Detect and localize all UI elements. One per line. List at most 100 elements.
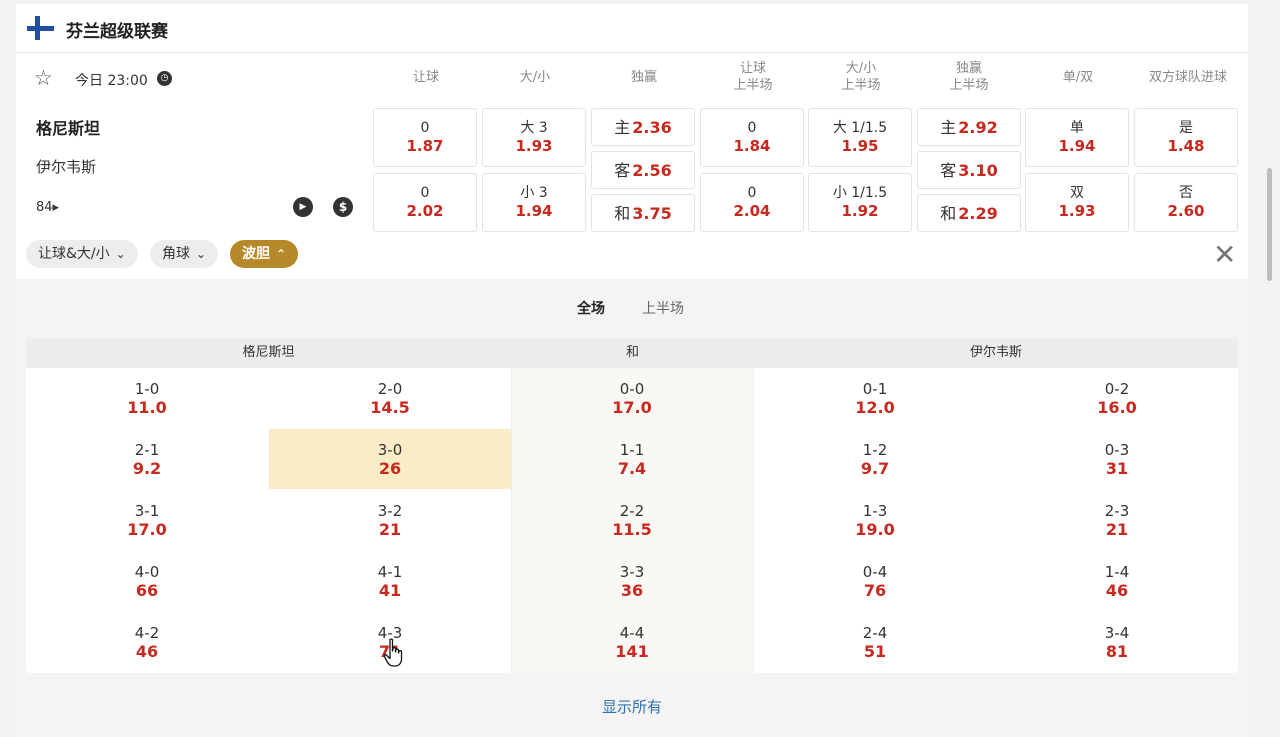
filter-chip-correct-score[interactable]: 波胆 ⌃ [230, 240, 299, 268]
correct-score-cell[interactable]: 1-4 46 [996, 551, 1238, 611]
odds-button-handicap-home[interactable]: 0 1.87 [373, 108, 477, 167]
correct-score-cell[interactable]: 4-2 46 [26, 612, 268, 672]
correct-score-cell[interactable]: 2-1 9.2 [26, 429, 268, 489]
correct-score-cell[interactable]: 2-4 51 [754, 612, 996, 672]
score-odds: 41 [378, 581, 402, 600]
odds-button-moneyline-1h-draw[interactable]: 和 2.29 [917, 194, 1021, 232]
correct-score-cell[interactable]: 3-0 26 [269, 429, 511, 489]
filter-chip-corners[interactable]: 角球 ⌄ [150, 240, 219, 268]
column-header-handicap: 让球 [412, 70, 439, 85]
correct-score-cell[interactable]: 2-2 11.5 [511, 490, 753, 550]
correct-score-cell[interactable]: 4-4 141 [511, 612, 753, 672]
correct-score-cell[interactable]: 2-3 21 [996, 490, 1238, 550]
odds-button-handicap-1h-away[interactable]: 0 2.04 [700, 173, 804, 232]
correct-score-cell[interactable]: 0-1 12.0 [754, 368, 996, 428]
score-label: 0-3 [1104, 441, 1130, 459]
correct-score-panel: 全场 上半场 格尼斯坦 和 伊尔韦斯 1-0 11.0 2-0 14.5 0-0 17.0… [16, 279, 1248, 737]
score-label: 1-3 [862, 502, 888, 520]
favorite-star-icon[interactable]: ☆ [34, 68, 53, 89]
tab-first-half[interactable]: 上半场 [642, 298, 684, 318]
correct-score-cell[interactable]: 4-1 41 [269, 551, 511, 611]
odds-button-moneyline-away[interactable]: 客 2.56 [591, 151, 695, 189]
odds-button-moneyline-draw[interactable]: 和 3.75 [591, 194, 695, 232]
correct-score-cell[interactable]: 3-2 21 [269, 490, 511, 550]
score-odds: 12.0 [855, 398, 895, 417]
correct-score-cell[interactable]: 3-3 36 [511, 551, 753, 611]
score-odds: 14.5 [370, 398, 410, 417]
cash-out-dollar-icon[interactable]: $ [333, 197, 353, 217]
correct-score-cell[interactable]: 2-0 14.5 [269, 368, 511, 428]
league-header[interactable]: 芬兰超级联赛 [16, 4, 1248, 53]
score-odds: 141 [615, 642, 649, 661]
score-label: 0-4 [862, 563, 888, 581]
scrollbar-thumb[interactable] [1267, 168, 1272, 281]
odds-button-handicap-1h-home[interactable]: 0 1.84 [700, 108, 804, 167]
odds-button-over[interactable]: 大 3 1.93 [482, 108, 586, 167]
correct-score-cell[interactable]: 3-4 81 [996, 612, 1238, 672]
score-label: 2-2 [619, 502, 645, 520]
score-label: 2-1 [134, 441, 160, 459]
match-card: 芬兰超级联赛 ☆ 今日 23:00 ◷ 格尼斯坦 伊尔韦斯 84▸ ▶ $ 让球… [16, 4, 1248, 737]
score-odds: 66 [135, 581, 159, 600]
correct-score-cell[interactable]: 0-3 31 [996, 429, 1238, 489]
correct-score-cell[interactable]: 0-4 76 [754, 551, 996, 611]
odds-button-handicap-away[interactable]: 0 2.02 [373, 173, 477, 232]
header-draw: 和 [625, 345, 639, 360]
score-label: 0-2 [1104, 380, 1130, 398]
score-odds: 9.7 [860, 459, 890, 478]
scrollbar-track[interactable] [1264, 0, 1274, 737]
score-odds: 21 [378, 520, 402, 539]
live-stream-play-icon[interactable]: ▶ [293, 197, 313, 217]
odds-button-moneyline-1h-home[interactable]: 主 2.92 [917, 108, 1021, 146]
league-title: 芬兰超级联赛 [66, 22, 168, 42]
score-label: 3-3 [619, 563, 645, 581]
score-label: 0-0 [619, 380, 645, 398]
score-label: 2-0 [377, 380, 403, 398]
score-label: 4-4 [619, 624, 645, 642]
correct-score-header: 格尼斯坦 和 伊尔韦斯 [26, 338, 1238, 368]
column-header-overunder: 大/小 [519, 70, 551, 85]
filter-chip-handicap-overunder[interactable]: 让球&大/小 ⌄ [26, 240, 138, 268]
odds-button-odd[interactable]: 单 1.94 [1025, 108, 1129, 167]
correct-score-cell[interactable]: 4-0 66 [26, 551, 268, 611]
odds-button-btts-no[interactable]: 否 2.60 [1134, 173, 1238, 232]
header-away-team: 伊尔韦斯 [969, 345, 1022, 360]
score-odds: 16.0 [1097, 398, 1137, 417]
score-label: 4-2 [134, 624, 160, 642]
show-all-link[interactable]: 显示所有 [16, 696, 1248, 717]
odds-button-over-1h[interactable]: 大 1/1.5 1.95 [808, 108, 912, 167]
more-markets-link[interactable]: 84▸ [36, 200, 59, 215]
home-team-name: 格尼斯坦 [36, 119, 101, 138]
header-home-team: 格尼斯坦 [242, 345, 295, 360]
correct-score-cell[interactable]: 1-1 7.4 [511, 429, 753, 489]
correct-score-cell[interactable]: 1-0 11.0 [26, 368, 268, 428]
correct-score-cell[interactable]: 0-2 16.0 [996, 368, 1238, 428]
score-label: 1-2 [862, 441, 888, 459]
correct-score-cell[interactable]: 0-0 17.0 [511, 368, 753, 428]
away-team-name: 伊尔韦斯 [36, 158, 97, 176]
score-odds: 36 [620, 581, 644, 600]
correct-score-cell[interactable]: 1-3 19.0 [754, 490, 996, 550]
chevron-down-icon: ⌄ [196, 247, 207, 261]
close-icon[interactable]: ✕ [1213, 241, 1236, 269]
match-time: 今日 23:00 [75, 73, 148, 89]
score-odds: 46 [1105, 581, 1129, 600]
odds-button-under[interactable]: 小 3 1.94 [482, 173, 586, 232]
correct-score-cell[interactable]: 3-1 17.0 [26, 490, 268, 550]
score-label: 2-4 [862, 624, 888, 642]
odds-button-btts-yes[interactable]: 是 1.48 [1134, 108, 1238, 167]
score-odds: 46 [135, 642, 159, 661]
odds-button-moneyline-home[interactable]: 主 2.36 [591, 108, 695, 146]
score-label: 4-1 [377, 563, 403, 581]
odds-button-moneyline-1h-away[interactable]: 客 3.10 [917, 151, 1021, 189]
chevron-up-icon: ⌃ [276, 247, 287, 261]
score-odds: 21 [1105, 520, 1129, 539]
score-label: 1-0 [134, 380, 160, 398]
score-odds: 7.4 [617, 459, 647, 478]
score-label: 4-0 [134, 563, 160, 581]
tab-full-time[interactable]: 全场 [577, 298, 605, 318]
odds-button-even[interactable]: 双 1.93 [1025, 173, 1129, 232]
correct-score-cell[interactable]: 1-2 9.7 [754, 429, 996, 489]
odds-button-under-1h[interactable]: 小 1/1.5 1.92 [808, 173, 912, 232]
score-odds: 17.0 [612, 398, 652, 417]
